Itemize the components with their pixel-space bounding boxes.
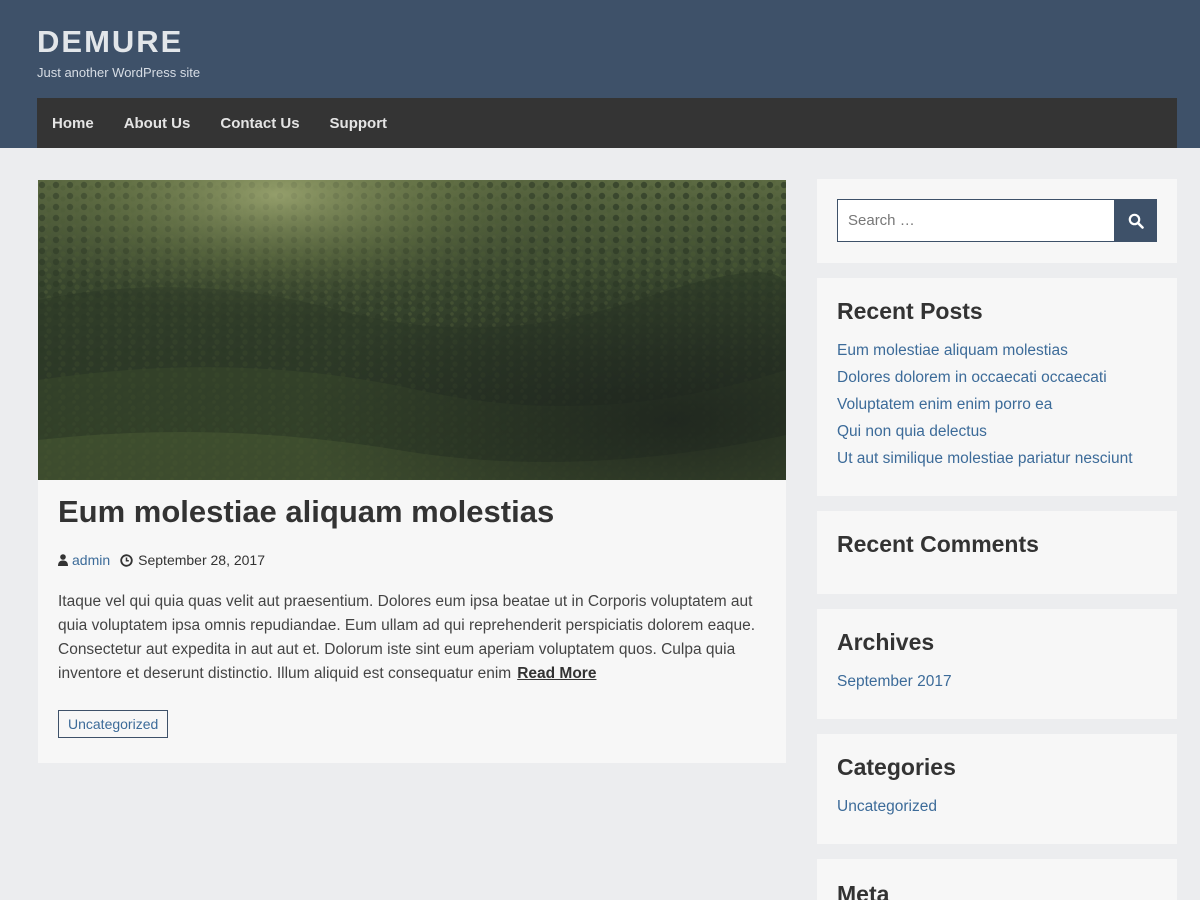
search-button[interactable]: [1114, 199, 1157, 242]
categories-title: Categories: [837, 754, 956, 780]
search-widget: [817, 179, 1177, 263]
read-more-link[interactable]: Read More: [517, 665, 596, 682]
nav-item-contact-us[interactable]: Contact Us: [220, 115, 299, 132]
nav-item-home[interactable]: Home: [52, 115, 94, 132]
meta-widget: Meta: [817, 859, 1177, 900]
post-excerpt-text: Itaque vel qui quia quas velit aut praes…: [58, 593, 756, 682]
recent-comments-widget: Recent Comments: [817, 511, 1177, 594]
post-featured-image[interactable]: [38, 180, 786, 480]
post-excerpt: Itaque vel qui quia quas velit aut praes…: [58, 590, 758, 686]
main-navigation: Home About Us Contact Us Support: [37, 98, 1177, 148]
recent-comments-title: Recent Comments: [837, 531, 1039, 557]
forest-image: [38, 180, 786, 480]
post-author-link[interactable]: admin: [72, 552, 110, 568]
nav-item-support[interactable]: Support: [330, 115, 388, 132]
user-icon: [58, 554, 68, 566]
site-description: Just another WordPress site: [37, 65, 201, 80]
search-input[interactable]: [837, 199, 1114, 242]
meta-title: Meta: [837, 881, 890, 900]
recent-post-link[interactable]: Voluptatem enim enim porro ea: [837, 391, 1157, 418]
search-icon: [1128, 213, 1144, 229]
post-category-tag[interactable]: Uncategorized: [58, 710, 169, 738]
archive-link[interactable]: September 2017: [837, 668, 1157, 695]
archives-widget: Archives September 2017: [817, 609, 1177, 719]
post-title[interactable]: Eum molestiae aliquam molestias: [58, 494, 554, 530]
post-meta: admin September 28, 2017: [58, 552, 265, 568]
recent-post-link[interactable]: Dolores dolorem in occaecati occaecati: [837, 364, 1157, 391]
recent-post-link[interactable]: Eum molestiae aliquam molestias: [837, 337, 1157, 364]
nav-item-about-us[interactable]: About Us: [124, 115, 191, 132]
site-title[interactable]: DEMURE: [37, 24, 183, 60]
archives-title: Archives: [837, 629, 935, 655]
categories-widget: Categories Uncategorized: [817, 734, 1177, 844]
recent-post-link[interactable]: Qui non quia delectus: [837, 418, 1157, 445]
category-link[interactable]: Uncategorized: [837, 793, 1157, 820]
clock-icon: [120, 553, 133, 567]
post-date: September 28, 2017: [138, 552, 266, 568]
recent-post-link[interactable]: Ut aut similique molestiae pariatur nesc…: [837, 445, 1157, 472]
post-card: Eum molestiae aliquam molestias admin Se…: [38, 180, 786, 763]
recent-posts-title: Recent Posts: [837, 298, 983, 324]
recent-posts-widget: Recent Posts Eum molestiae aliquam moles…: [817, 278, 1177, 496]
search-form: [837, 199, 1157, 242]
